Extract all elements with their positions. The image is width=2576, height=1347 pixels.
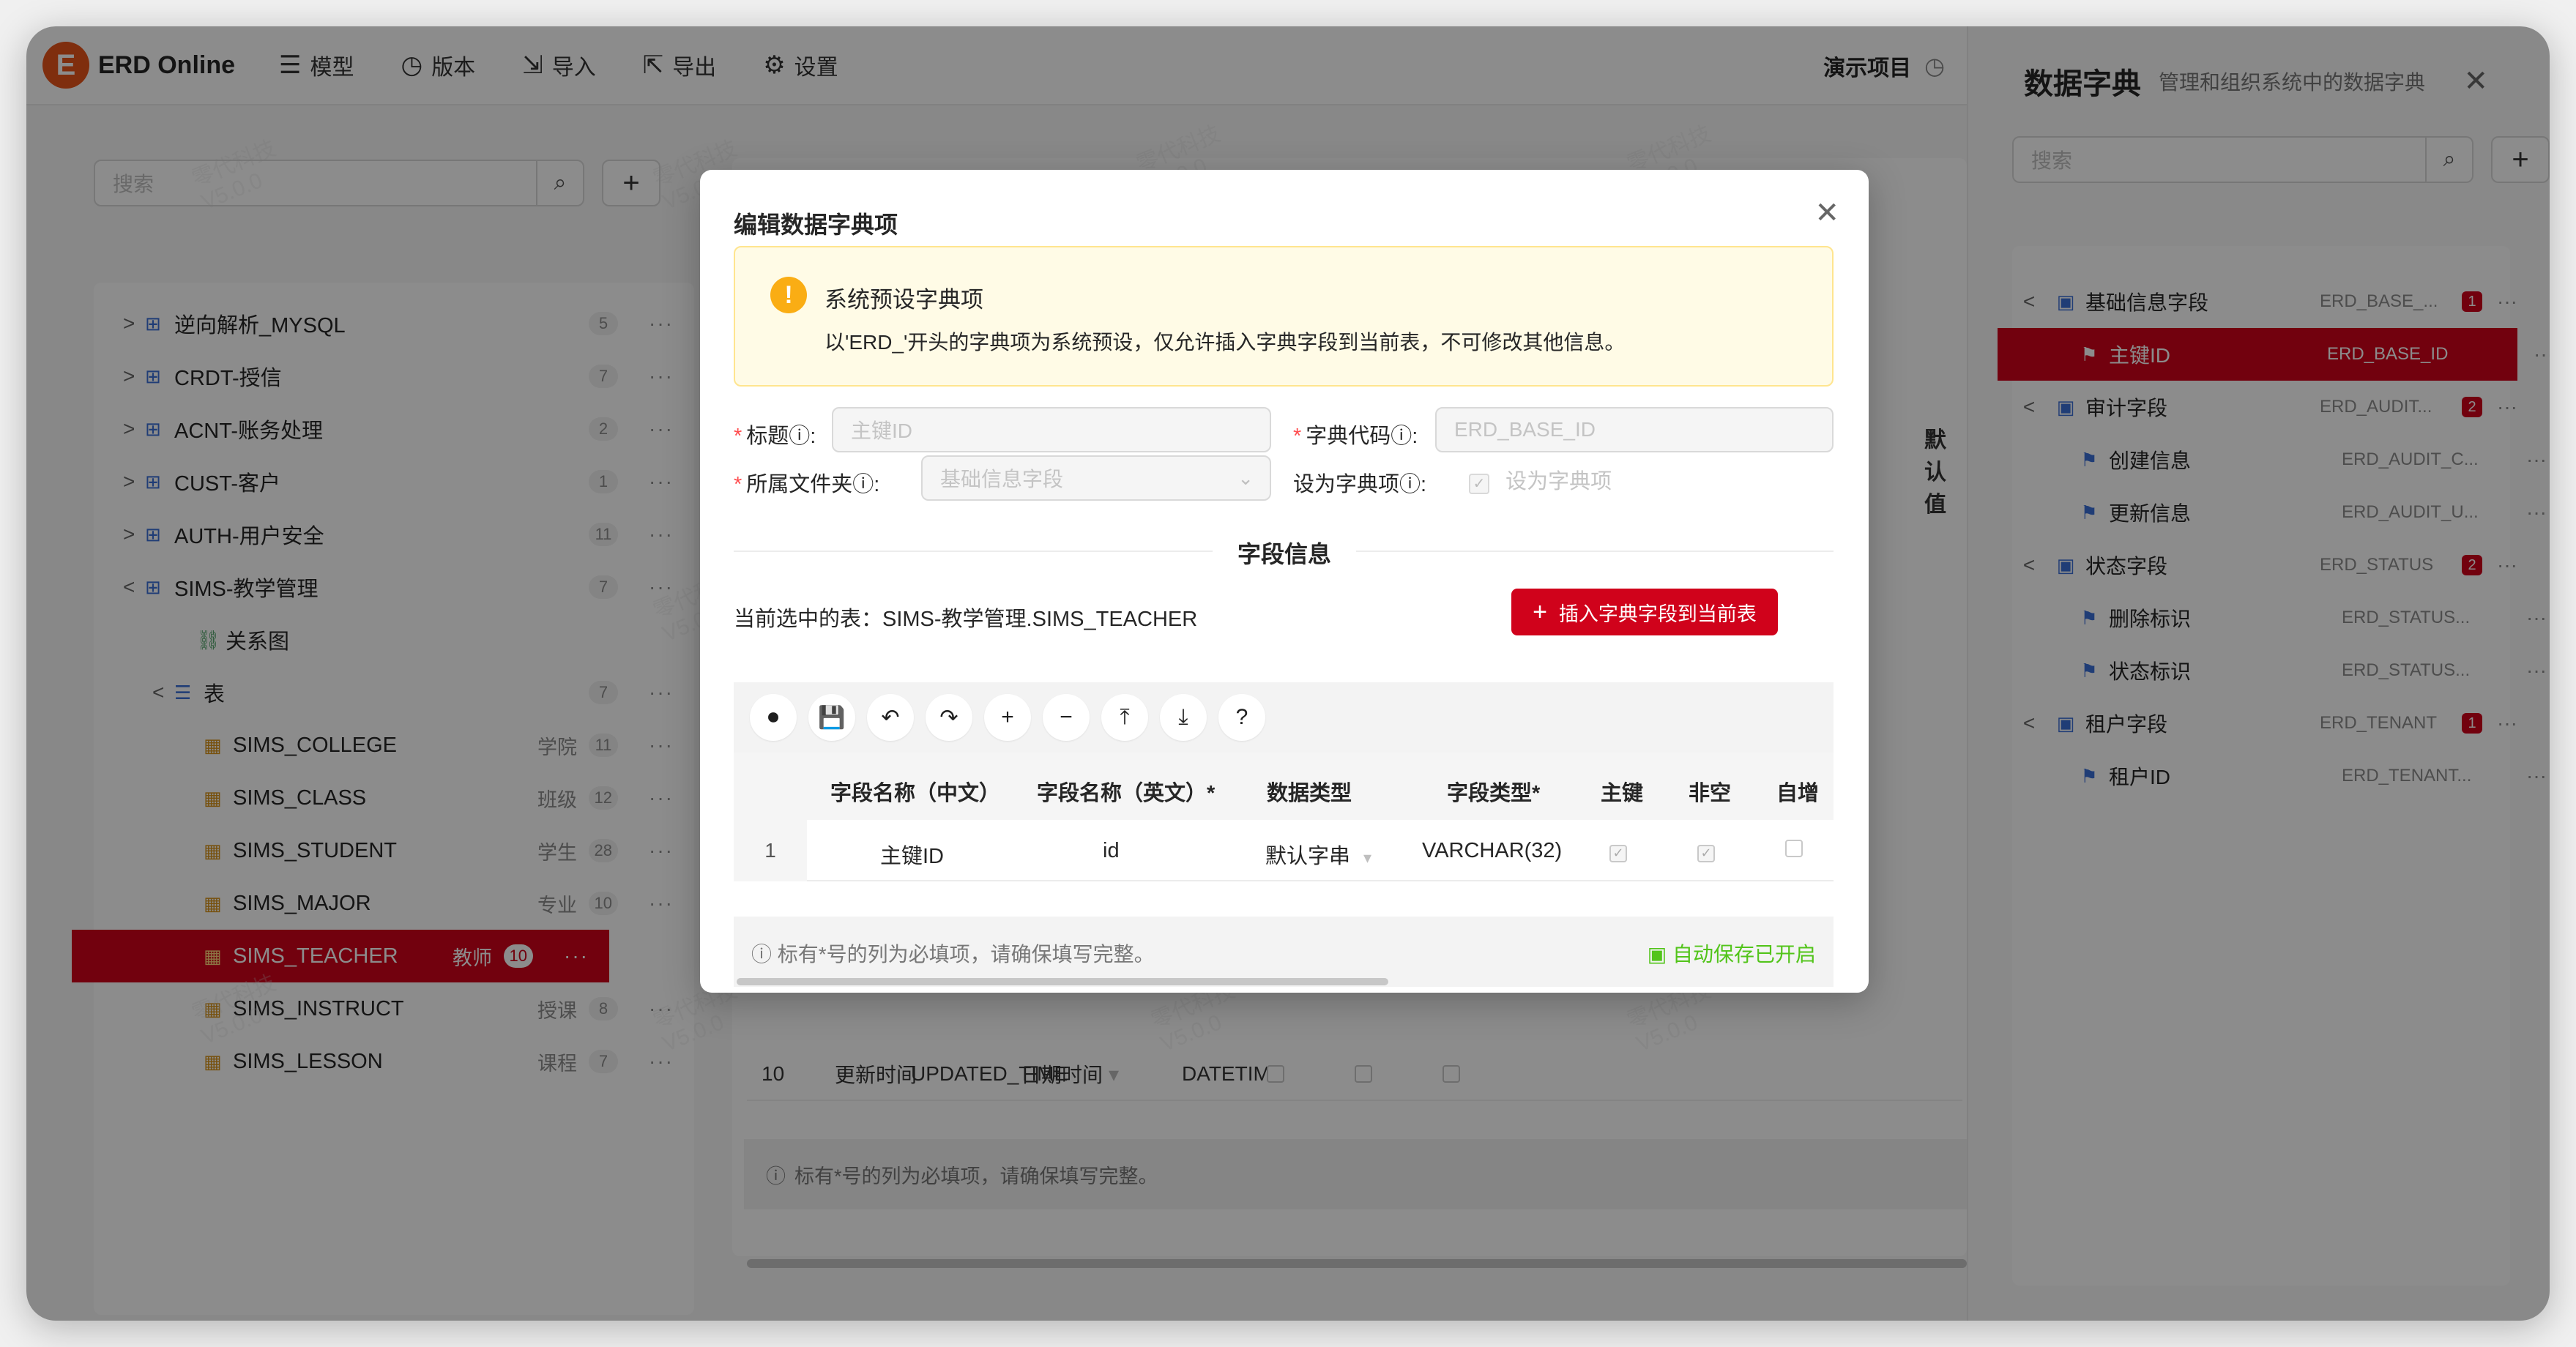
row-en[interactable]: id	[1103, 839, 1120, 863]
col-ftype: 字段类型*	[1447, 782, 1541, 805]
add-row-icon[interactable]: +	[984, 694, 1031, 741]
modal-title: 编辑数据字典项	[734, 212, 898, 238]
current-table-text: 当前选中的表：SIMS-教学管理.SIMS_TEACHER	[734, 608, 1198, 631]
row-cn[interactable]: 主键ID	[880, 839, 944, 870]
row-index: 1	[734, 820, 807, 881]
pk-checkbox[interactable]: ✓	[1609, 839, 1627, 863]
plus-icon: +	[1533, 597, 1547, 626]
col-autoinc: 自增	[1776, 782, 1820, 805]
row-dtype[interactable]: 默认字串 ▾	[1265, 839, 1371, 870]
grid-footer: ⓘ 标有*号的列为必填项，请确保填写完整。 ▣ 自动保存已开启	[734, 917, 1834, 987]
col-pk: 主键	[1601, 782, 1644, 805]
grid-toolbar: ⏺ 💾 ↶ ↷ + − ⤒ ⤓ ?	[734, 682, 1834, 753]
preset-alert: ! 系统预设字典项 以'ERD_'开头的字典项为系统预设，仅允许插入字典字段到当…	[734, 246, 1834, 387]
folder-select[interactable]: 基础信息字段 ⌄	[921, 455, 1271, 501]
col-notnull: 非空	[1689, 782, 1732, 805]
caret-down-icon: ▾	[1363, 848, 1372, 867]
folder-label: * 所属文件夹ⓘ:	[734, 473, 880, 496]
code-input[interactable]: ERD_BASE_ID	[1435, 407, 1834, 452]
set-dict-checkbox[interactable]: ✓ 设为字典项	[1469, 464, 1612, 495]
check-icon: ✓	[1469, 473, 1489, 494]
info-icon: ⓘ	[751, 943, 778, 966]
close-icon[interactable]: ✕	[1814, 196, 1839, 230]
move-bottom-icon[interactable]: ⤓	[1160, 694, 1207, 741]
table-row[interactable]: 1 主键ID id 默认字串 ▾ VARCHAR(32) ✓ ✓	[734, 820, 1834, 881]
undo-icon[interactable]: ↶	[867, 694, 914, 741]
set-dict-text: 设为字典项	[1505, 470, 1612, 493]
col-en: 字段名称（英文）*	[1037, 782, 1216, 805]
app-window: E ERD Online ☰ 模型 ◷ 版本 ⇲ 导入 ⇱ 导出 ⚙ 设置 演示项目 ◷ …	[26, 26, 2550, 1321]
code-label: * 字典代码ⓘ:	[1293, 425, 1418, 448]
title-input[interactable]: 主键ID	[832, 407, 1271, 452]
col-cn: 字段名称（中文）	[830, 782, 1001, 805]
save-icon[interactable]: 💾	[808, 694, 855, 741]
insert-field-label: 插入字典字段到当前表	[1558, 602, 1757, 625]
grid-header: 字段名称（中文） 字段名称（英文）* 数据类型 字段类型* 主键 非空 自增	[734, 753, 1834, 820]
alert-title: 系统预设字典项	[824, 287, 983, 313]
section-title: 字段信息	[700, 536, 1869, 570]
insert-field-button[interactable]: + 插入字典字段到当前表	[1511, 589, 1778, 635]
warning-icon: !	[770, 277, 807, 313]
set-dict-label: 设为字典项ⓘ:	[1293, 473, 1427, 496]
edit-dictionary-modal: 编辑数据字典项 ✕ ! 系统预设字典项 以'ERD_'开头的字典项为系统预设，仅…	[700, 170, 1869, 993]
grid-footer-note: ⓘ 标有*号的列为必填项，请确保填写完整。	[751, 943, 1155, 966]
save-icon: ▣	[1647, 943, 1672, 966]
title-label: * 标题ⓘ:	[734, 425, 816, 448]
redo-icon[interactable]: ↷	[926, 694, 972, 741]
notnull-checkbox[interactable]: ✓	[1697, 839, 1715, 863]
folder-value: 基础信息字段	[940, 468, 1064, 490]
help-icon[interactable]: ?	[1218, 694, 1265, 741]
row-ftype[interactable]: VARCHAR(32)	[1422, 839, 1562, 863]
autoinc-checkbox[interactable]	[1785, 839, 1803, 863]
remove-row-icon[interactable]: −	[1043, 694, 1090, 741]
grid-scrollbar[interactable]	[737, 978, 1388, 985]
autosave-status: ▣ 自动保存已开启	[1647, 943, 1816, 966]
alert-description: 以'ERD_'开头的字典项为系统预设，仅允许插入字典字段到当前表，不可修改其他信…	[824, 331, 1626, 354]
col-dtype: 数据类型	[1267, 782, 1352, 805]
toggle-icon[interactable]: ⏺	[750, 694, 797, 741]
chevron-down-icon: ⌄	[1237, 466, 1254, 489]
move-top-icon[interactable]: ⤒	[1101, 694, 1148, 741]
